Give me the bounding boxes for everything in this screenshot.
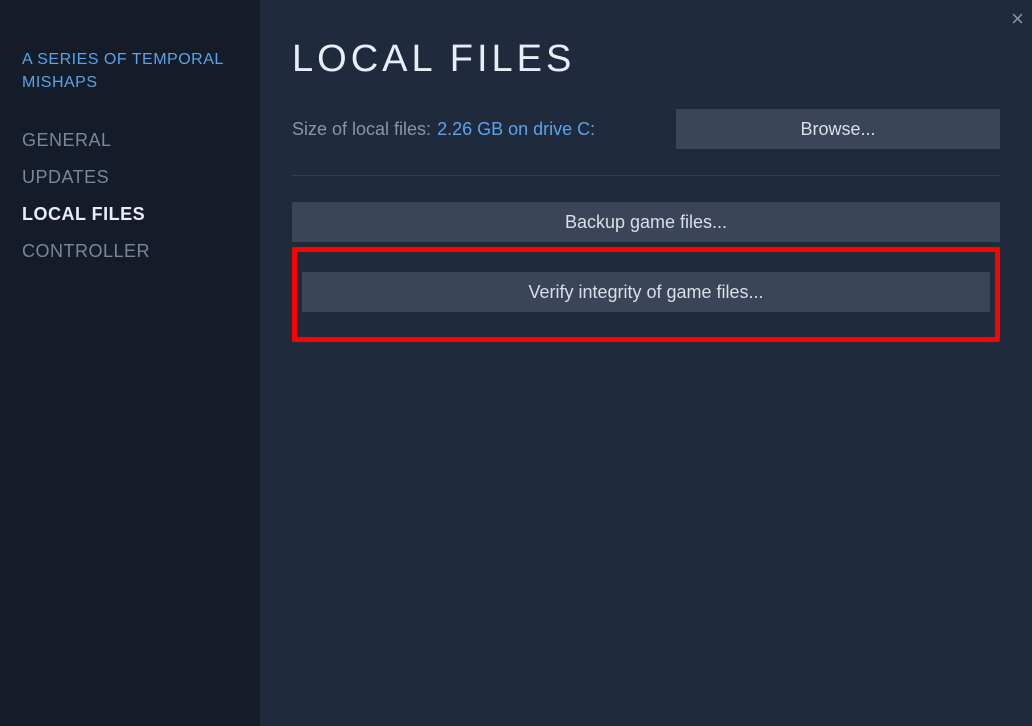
- sidebar: A SERIES OF TEMPORAL MISHAPS GENERAL UPD…: [0, 0, 260, 726]
- sidebar-item-controller[interactable]: CONTROLLER: [22, 233, 238, 270]
- size-info: Size of local files: 2.26 GB on drive C:: [292, 119, 595, 140]
- backup-button[interactable]: Backup game files...: [292, 202, 1000, 242]
- verify-integrity-button[interactable]: Verify integrity of game files...: [302, 272, 990, 312]
- size-row: Size of local files: 2.26 GB on drive C:…: [292, 109, 1000, 149]
- main-panel: × LOCAL FILES Size of local files: 2.26 …: [260, 0, 1032, 726]
- sidebar-item-local-files[interactable]: LOCAL FILES: [22, 196, 238, 233]
- size-label: Size of local files:: [292, 119, 431, 140]
- highlight-annotation: Verify integrity of game files...: [292, 247, 1000, 342]
- sidebar-item-updates[interactable]: UPDATES: [22, 159, 238, 196]
- size-value-link[interactable]: 2.26 GB on drive C:: [437, 119, 595, 140]
- divider: [292, 175, 1000, 176]
- close-icon[interactable]: ×: [1011, 8, 1024, 30]
- page-title: LOCAL FILES: [292, 38, 1000, 81]
- browse-button[interactable]: Browse...: [676, 109, 1000, 149]
- game-title: A SERIES OF TEMPORAL MISHAPS: [22, 48, 238, 94]
- sidebar-item-general[interactable]: GENERAL: [22, 122, 238, 159]
